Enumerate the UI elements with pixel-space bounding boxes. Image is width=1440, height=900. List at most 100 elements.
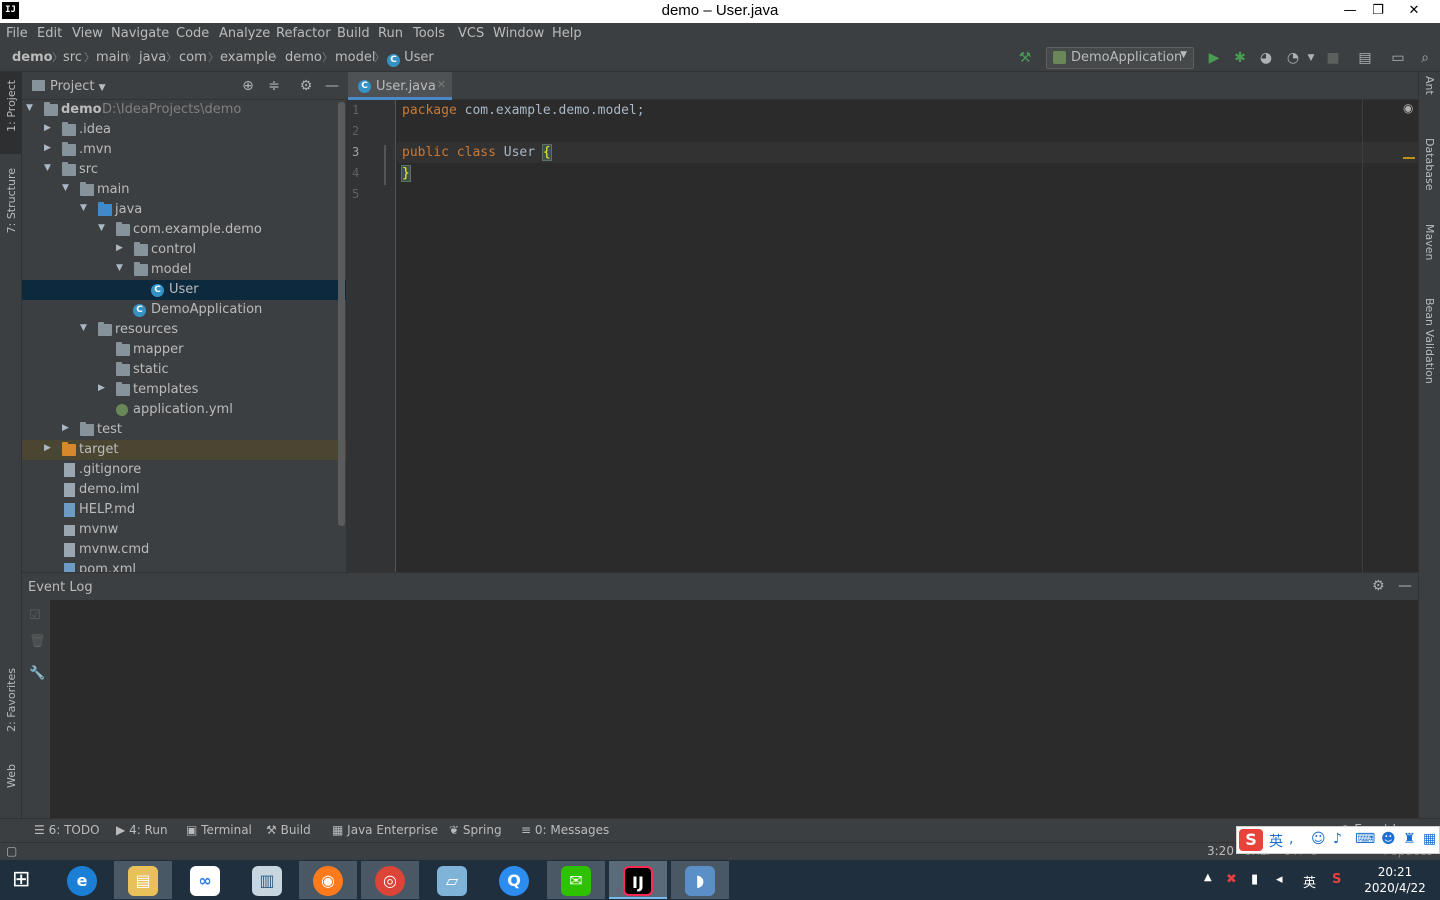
build-hammer-icon[interactable]: ⚒ [1017,50,1033,66]
editor-tab-user-java[interactable]: C User.java ✕ [348,72,452,100]
tree-row-src[interactable]: ▼ src [22,160,346,180]
tree-row-test[interactable]: ▶ test [22,420,346,440]
tray-lang[interactable]: 英 [1303,872,1316,891]
project-scrollbar[interactable] [338,102,345,526]
warning-stripe-marker[interactable] [1403,157,1415,159]
tree-row-java[interactable]: ▼ java [22,200,346,220]
tree-row-package[interactable]: ▼ com.example.demo [22,220,346,240]
collapsed-arrow-icon[interactable]: ▶ [62,423,72,433]
tool-button-run[interactable]: ▶ 4: Run [116,823,168,837]
tool-tab-project[interactable]: 1: Project [5,80,18,132]
tool-tab-web[interactable]: Web [5,764,18,788]
expanded-arrow-icon[interactable]: ▼ [44,163,54,173]
debug-bug-icon[interactable]: ✱ [1232,50,1248,66]
wifi-signal-icon[interactable]: ▮ [1251,872,1258,887]
taskbar-mysql-workbench[interactable]: ◗ [671,861,729,899]
expanded-arrow-icon[interactable]: ▼ [26,103,36,113]
expanded-arrow-icon[interactable]: ▼ [98,223,108,233]
collapsed-arrow-icon[interactable]: ▶ [116,243,126,253]
taskbar-chrome[interactable]: ◎ [361,861,419,899]
breadcrumb-main[interactable]: main [96,50,128,65]
locate-file-icon[interactable]: ⊕ [240,78,256,94]
menu-build[interactable]: Build [337,26,370,41]
punctuation-icon[interactable]: , [1289,831,1293,847]
tool-button-spring[interactable]: ❦ Spring [449,823,502,837]
windows-start-icon[interactable]: ⊞ [12,869,30,891]
breadcrumb-src[interactable]: src [63,50,82,65]
menu-run[interactable]: Run [378,26,403,41]
ime-lang[interactable]: 英 [1269,831,1283,851]
menu-view[interactable]: View [72,26,103,41]
tool-tab-structure[interactable]: 7: Structure [5,168,18,233]
tree-row-gitignore[interactable]: .gitignore [22,460,346,480]
restore-button[interactable]: ❐ [1360,0,1396,23]
tree-row-mvn[interactable]: ▶ .mvn [22,140,346,160]
system-clock[interactable]: 20:21 2020/4/22 [1362,864,1428,896]
taskbar-qq-browser[interactable]: Q [485,861,543,899]
taskbar-resource-monitor[interactable]: ▥ [238,861,296,899]
breadcrumb-demo[interactable]: demo [12,50,53,65]
run-icon[interactable]: ▶ [1206,50,1222,66]
hide-panel-icon[interactable]: — [324,78,340,94]
breadcrumb-example[interactable]: example [220,50,276,65]
tree-row-main[interactable]: ▼ main [22,180,346,200]
tree-row-resources[interactable]: ▼ resources [22,320,346,340]
sogou-logo-icon[interactable]: S [1239,829,1263,851]
chevron-down-icon[interactable]: ▼ [1303,50,1319,66]
clear-all-trash-icon[interactable]: 🗑 [29,634,46,649]
tree-row-pom-xml[interactable]: pom.xml [22,560,346,572]
mark-all-read-icon[interactable]: ☑ [29,608,41,623]
search-icon[interactable]: ⌕ [1417,50,1433,66]
emoji-icon[interactable]: ☺ [1311,831,1326,847]
tree-row-application-yml[interactable]: application.yml [22,400,346,420]
taskbar-baidu-netdisk[interactable]: ∞ [176,861,234,899]
tree-row-user[interactable]: C User [22,280,346,300]
hide-panel-icon[interactable]: — [1398,578,1412,594]
keyboard-icon[interactable]: ⌨ [1355,831,1375,847]
menu-tools[interactable]: Tools [413,26,445,41]
tree-row-help-md[interactable]: HELP.md [22,500,346,520]
toolbox-grid-icon[interactable]: ▦ [1423,831,1436,847]
gear-icon[interactable]: ⚙ [298,78,314,94]
tree-row-mapper[interactable]: mapper [22,340,346,360]
breadcrumb-user[interactable]: C User [387,50,434,67]
tool-button-todo[interactable]: ☰ 6: TODO [34,823,100,837]
tool-tab-ant[interactable]: Ant [1423,76,1436,95]
project-structure-icon[interactable]: ▤ [1357,50,1373,66]
project-view-selector[interactable]: Project ▼ [50,79,106,94]
tree-row-mvnw-cmd[interactable]: mvnw.cmd [22,540,346,560]
profiler-icon[interactable]: ◔ [1285,50,1301,66]
taskbar-intellij[interactable]: IJ [609,861,667,899]
tool-button-java-enterprise[interactable]: ▦ Java Enterprise [332,823,438,837]
tree-row-idea[interactable]: ▶ .idea [22,120,346,140]
tool-tab-maven[interactable]: Maven [1423,224,1436,260]
menu-vcs[interactable]: VCS [458,26,484,41]
tree-row-control[interactable]: ▶ control [22,240,346,260]
expanded-arrow-icon[interactable]: ▼ [116,263,126,273]
tree-row-target[interactable]: ▶ target [22,440,346,460]
tool-button-messages[interactable]: ≡ 0: Messages [521,823,609,837]
menu-refactor[interactable]: Refactor [276,26,331,41]
taskbar-ie[interactable]: e [53,861,111,899]
menu-window[interactable]: Window [493,26,544,41]
menu-file[interactable]: File [6,26,28,41]
tool-tab-bean-validation[interactable]: Bean Validation [1423,298,1436,384]
menu-edit[interactable]: Edit [37,26,62,41]
taskbar-firefox[interactable]: ◉ [299,861,357,899]
menu-navigate[interactable]: Navigate [111,26,169,41]
tree-row-demoapplication[interactable]: C DemoApplication [22,300,346,320]
show-hidden-icons-chevron-icon[interactable]: ▲ [1204,872,1212,883]
close-tab-icon[interactable]: ✕ [437,78,446,91]
reader-mode-eye-icon[interactable]: ◉ [1403,101,1413,115]
collapsed-arrow-icon[interactable]: ▶ [44,443,54,453]
code-editor[interactable]: package com.example.demo.model; public c… [397,100,1418,572]
run-configuration-dropdown[interactable]: DemoApplication ▼ [1046,47,1194,69]
expanded-arrow-icon[interactable]: ▼ [80,203,90,213]
volume-icon[interactable]: ◂ [1276,872,1283,887]
run-with-coverage-icon[interactable]: ◕ [1258,50,1274,66]
toggle-tool-windows-icon[interactable]: ▢ [6,844,17,858]
breadcrumb-model[interactable]: model [335,50,375,65]
taskbar-notepad[interactable]: ▱ [423,861,481,899]
taskbar-wechat[interactable]: ✉ [547,861,605,899]
wrench-settings-icon[interactable]: 🔧 [29,666,45,681]
